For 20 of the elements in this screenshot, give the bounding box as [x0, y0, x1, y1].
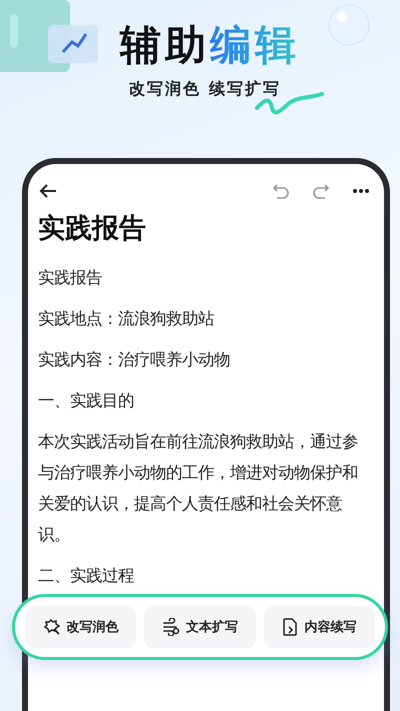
paragraph: 一、实践目的 — [38, 390, 135, 412]
redo-icon[interactable] — [312, 183, 330, 199]
paragraph: 二、实践过程 — [38, 565, 135, 587]
gear-pen-icon — [42, 618, 61, 636]
action-button[interactable]: 改写润色 — [25, 606, 136, 648]
more-icon[interactable] — [352, 188, 370, 194]
bubble-drawing — [328, 4, 370, 46]
document-icon — [282, 618, 298, 636]
paragraph: 实践报告 — [38, 267, 103, 289]
document-title: 实践报告 — [38, 212, 147, 246]
subtitle: 改写润色 续写扩写 — [128, 79, 282, 100]
paragraph: 本次实践活动旨在前往流浪狗救助站，通过参与治疗喂养小动物的工作，增进对动物保护和关爱的认识，提高个人责任感和社会关怀意识。 — [38, 431, 359, 546]
paragraph: 实践地点：流浪狗救助站 — [38, 308, 215, 330]
back-arrow-icon[interactable] — [38, 183, 58, 199]
wind-icon — [162, 618, 180, 636]
headline: 辅助 — [120, 20, 210, 71]
action-button[interactable]: 内容续写 — [264, 606, 375, 648]
undo-icon[interactable] — [272, 183, 290, 199]
action-button[interactable]: 文本扩写 — [144, 606, 256, 648]
paragraph: 实践内容：治疗喂养小动物 — [38, 349, 231, 371]
